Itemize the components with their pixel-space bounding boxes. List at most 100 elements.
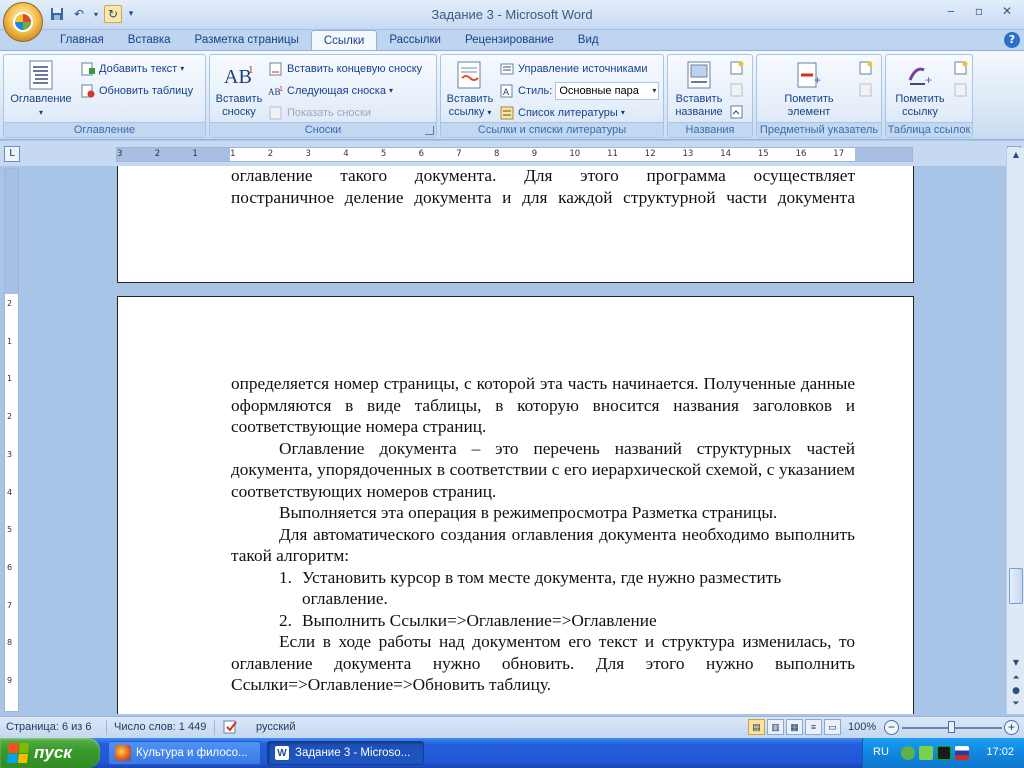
insert-table-of-figures-icon[interactable] <box>730 61 744 75</box>
insert-citation-button[interactable]: Вставить ссылку ▾ <box>443 59 497 119</box>
page-indicator[interactable]: Страница: 6 из 6 <box>6 721 92 733</box>
zoom-in-icon[interactable]: + <box>1004 720 1019 735</box>
web-layout-view-icon[interactable]: ▦ <box>786 719 803 735</box>
update-table-icon <box>80 83 96 99</box>
zoom-slider-thumb[interactable] <box>948 721 955 733</box>
group-label-footnotes: Сноски <box>210 122 436 137</box>
maximize-button[interactable]: ▫ <box>966 3 992 21</box>
group-table-of-authorities: + Пометить ссылку Таблица ссылок <box>885 54 973 138</box>
vruler-tick-label: 7 <box>7 600 13 610</box>
insert-index-icon[interactable] <box>859 61 873 75</box>
close-button[interactable]: ✕ <box>994 3 1020 21</box>
input-language[interactable]: RU <box>873 746 889 758</box>
scroll-thumb[interactable] <box>1009 568 1023 604</box>
insert-endnote-button[interactable]: Вставить концевую сноску <box>268 59 422 79</box>
flag-icon[interactable] <box>955 746 969 760</box>
group-label-captions: Названия <box>668 122 752 137</box>
manage-sources-label: Управление источниками <box>518 63 648 75</box>
vruler-tick-label: 4 <box>7 487 13 497</box>
help-icon[interactable]: ? <box>1004 32 1020 48</box>
tab-review[interactable]: Рецензирование <box>453 30 566 50</box>
ruler-tick-label: 1 <box>192 149 198 159</box>
office-button[interactable] <box>3 2 43 42</box>
svg-text:A: A <box>503 87 509 97</box>
footnote-icon: AB 1 <box>222 59 256 91</box>
next-page-icon[interactable]: ⏷ <box>1009 699 1023 713</box>
group-label-citations: Ссылки и списки литературы <box>441 122 663 137</box>
paragraph: Выполняется эта операция в режимепросмот… <box>279 503 778 522</box>
security-icon[interactable] <box>919 746 933 760</box>
insert-footnote-label-1: Вставить <box>215 93 263 105</box>
group-citations: Вставить ссылку ▾ Управление источниками… <box>440 54 664 138</box>
style-dropdown[interactable]: Основные пара ▾ <box>555 82 660 100</box>
select-browse-object-icon[interactable]: ● <box>1009 686 1023 700</box>
full-screen-reading-view-icon[interactable]: ▥ <box>767 719 784 735</box>
proofing-icon[interactable] <box>222 719 240 738</box>
group-label-toc: Оглавление <box>4 122 205 137</box>
mark-citation-icon: + <box>903 59 937 91</box>
vertical-ruler[interactable]: 2 1 1 2 3 4 5 6 7 8 9 <box>4 168 19 712</box>
network-icon[interactable] <box>901 746 915 760</box>
paragraph: Если в ходе работы над документом его те… <box>231 632 855 694</box>
page-6[interactable]: определяется номер страницы, с которой э… <box>117 296 914 714</box>
vruler-tick-label: 2 <box>7 299 13 308</box>
insert-citation-label-1: Вставить <box>446 93 494 105</box>
tab-page-layout[interactable]: Разметка страницы <box>183 30 311 50</box>
vertical-scrollbar[interactable]: ▲ ▼ ⏶ ● ⏷ <box>1006 148 1024 714</box>
update-table-of-figures-icon[interactable] <box>730 83 744 97</box>
scroll-up-icon[interactable]: ▲ <box>1009 150 1023 164</box>
manage-sources-button[interactable]: Управление источниками <box>499 59 647 79</box>
show-notes-button[interactable]: Показать сноски <box>268 103 371 123</box>
zoom-out-icon[interactable]: − <box>884 720 899 735</box>
status-separator <box>106 720 107 735</box>
document-area: оглавление такого документа. Для этого п… <box>20 166 1006 714</box>
insert-caption-button[interactable]: Вставить название <box>670 59 728 119</box>
chevron-down-icon: ▾ <box>620 108 625 117</box>
update-table-button[interactable]: Обновить таблицу <box>80 81 193 101</box>
insert-table-of-authorities-icon[interactable] <box>954 61 968 75</box>
monitor-icon[interactable] <box>937 746 951 760</box>
svg-text:+: + <box>814 73 821 87</box>
group-index: + Пометить элемент Предметный указатель <box>756 54 882 138</box>
taskbar-item-firefox[interactable]: Культура и филосо... <box>108 741 261 765</box>
clock[interactable]: 17:02 <box>986 746 1014 758</box>
horizontal-ruler[interactable]: 3 2 1 1 2 3 4 5 6 7 8 9 10 11 12 13 14 15 16 17 <box>116 147 913 162</box>
scroll-down-icon[interactable]: ▼ <box>1009 658 1023 672</box>
cross-reference-icon[interactable] <box>730 105 744 119</box>
mark-entry-button[interactable]: + Пометить элемент <box>769 59 849 119</box>
add-text-button[interactable]: Добавить текст ▾ <box>80 59 184 79</box>
toc-button[interactable]: Оглавление ▾ <box>8 59 74 119</box>
next-footnote-icon: AB 1 <box>268 83 284 99</box>
chevron-down-icon: ▾ <box>38 108 43 117</box>
language-indicator[interactable]: русский <box>256 721 295 733</box>
ruler-tick-label: 1 <box>230 149 236 159</box>
view-buttons: ▤ ▥ ▦ ≡ ▭ <box>748 719 841 735</box>
minimize-button[interactable]: ‒ <box>938 3 964 21</box>
tab-view[interactable]: Вид <box>566 30 611 50</box>
tab-references[interactable]: Ссылки <box>310 30 378 51</box>
outline-view-icon[interactable]: ≡ <box>805 719 822 735</box>
mark-citation-button[interactable]: + Пометить ссылку <box>888 59 952 119</box>
word-count[interactable]: Число слов: 1 449 <box>114 721 206 733</box>
start-button[interactable]: пуск <box>0 738 100 768</box>
update-index-icon[interactable] <box>859 83 873 97</box>
taskbar-item-word[interactable]: W Задание 3 - Microso... <box>267 741 424 765</box>
print-layout-view-icon[interactable]: ▤ <box>748 719 765 735</box>
page-5[interactable]: оглавление такого документа. Для этого п… <box>117 166 914 283</box>
draft-view-icon[interactable]: ▭ <box>824 719 841 735</box>
insert-endnote-label: Вставить концевую сноску <box>287 63 423 75</box>
bibliography-button[interactable]: Список литературы ▾ <box>499 103 625 123</box>
tab-insert[interactable]: Вставка <box>116 30 183 50</box>
tab-home[interactable]: Главная <box>48 30 116 50</box>
zoom-level[interactable]: 100% <box>848 721 876 733</box>
page-5-line: постраничное деление документа и для каж… <box>231 187 855 207</box>
footnotes-dialog-launcher-icon[interactable] <box>425 126 434 135</box>
mark-citation-label-2: ссылку <box>902 106 938 118</box>
previous-page-icon[interactable]: ⏶ <box>1009 673 1023 687</box>
update-table-of-authorities-icon[interactable] <box>954 83 968 97</box>
next-footnote-button[interactable]: AB 1 Следующая сноска ▾ <box>268 81 393 101</box>
tab-mailings[interactable]: Рассылки <box>377 30 453 50</box>
tab-selector-button[interactable]: L <box>4 146 20 162</box>
style-icon: A <box>499 83 515 99</box>
insert-footnote-button[interactable]: AB 1 Вставить сноску <box>212 59 266 119</box>
